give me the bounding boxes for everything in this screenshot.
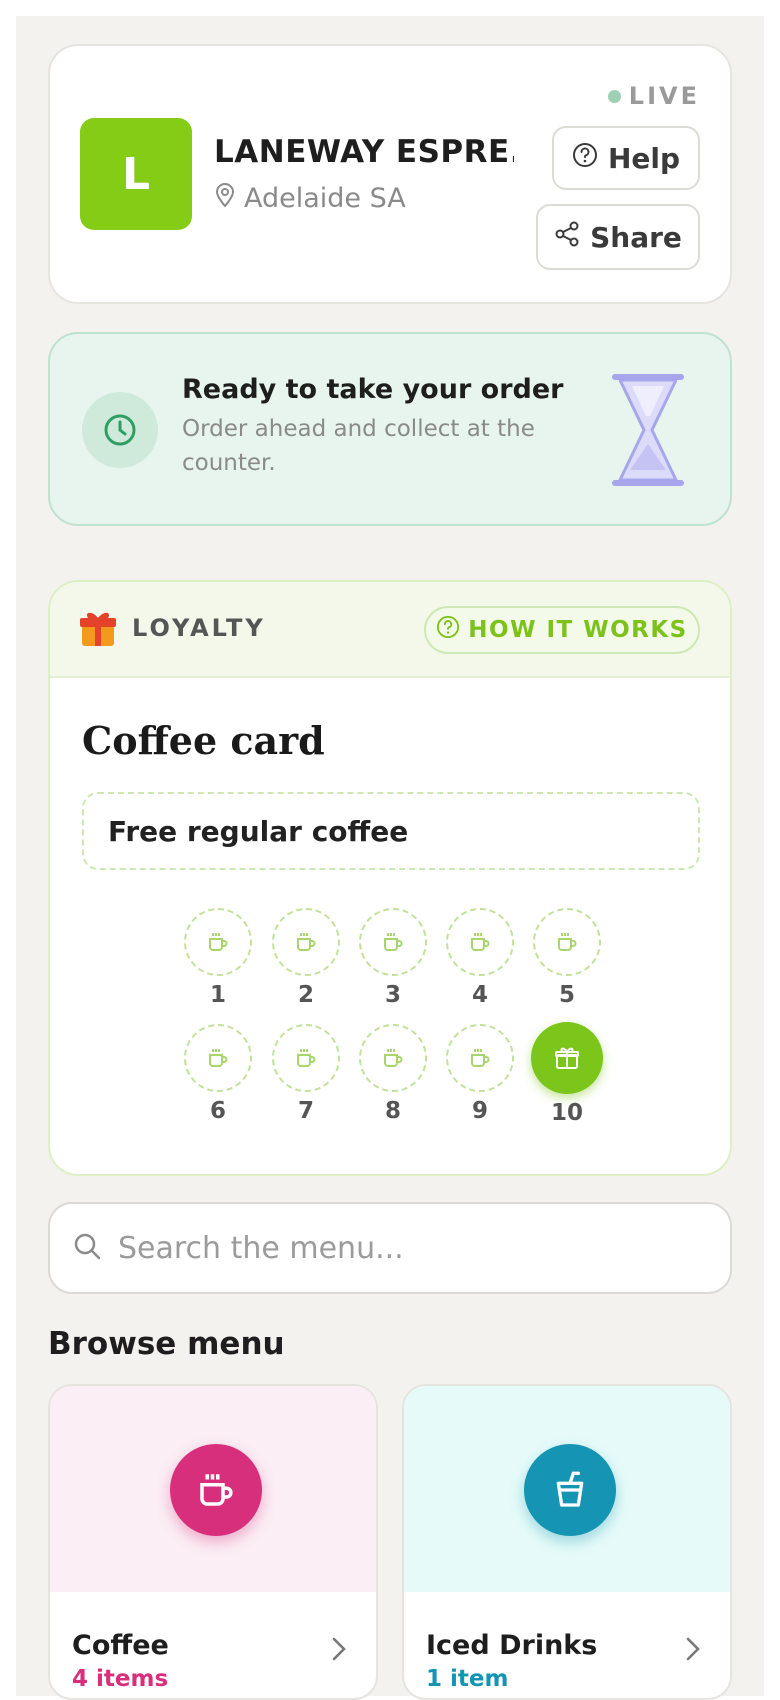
- store-name: LANEWAY ESPRE...: [214, 134, 514, 170]
- search-icon: [72, 1231, 102, 1265]
- stamp-slot: 6: [184, 1024, 252, 1124]
- stamp-number: 1: [209, 982, 226, 1008]
- loyalty-header: LOYALTY HOW IT WORKS: [50, 582, 730, 678]
- reward-description: Free regular coffee: [82, 792, 700, 870]
- coffee-card-title: Coffee card: [82, 718, 325, 763]
- stamp-number: 9: [471, 1098, 488, 1124]
- share-icon: [554, 221, 580, 254]
- stamp-slot: 3: [359, 908, 427, 1008]
- cup-icon: [446, 908, 514, 976]
- store-location: Adelaide SA: [214, 182, 406, 215]
- cup-icon: [272, 908, 340, 976]
- store-logo: L: [80, 118, 192, 230]
- how-it-works-label: HOW IT WORKS: [468, 617, 688, 643]
- cup-icon: [359, 908, 427, 976]
- help-label: Help: [607, 141, 681, 175]
- share-label: Share: [590, 220, 682, 254]
- category-card-coffee[interactable]: Coffee 4 items: [48, 1384, 378, 1700]
- banner-subtitle: Order ahead and collect at the counter.: [182, 416, 535, 476]
- clock-icon: [82, 392, 158, 468]
- iced-cup-icon: [524, 1444, 616, 1536]
- chevron-right-icon: [330, 1636, 348, 1666]
- stamp-number: 5: [558, 982, 575, 1008]
- cup-icon: [184, 908, 252, 976]
- live-dot-icon: [607, 89, 621, 103]
- stamp-slot: 1: [184, 908, 252, 1008]
- stamp-number: 10: [550, 1100, 583, 1126]
- stamp-slot: 7: [272, 1024, 340, 1124]
- how-it-works-button[interactable]: HOW IT WORKS: [424, 606, 700, 654]
- stamp-slot: 9: [446, 1024, 514, 1124]
- category-count: 4 items: [72, 1666, 169, 1692]
- cup-icon: [359, 1024, 427, 1092]
- browse-menu-title: Browse menu: [48, 1326, 285, 1362]
- loyalty-label: LOYALTY: [132, 614, 266, 642]
- stamp-slot: 2: [272, 908, 340, 1008]
- stamp-number: 8: [384, 1098, 401, 1124]
- help-button[interactable]: Help: [552, 126, 700, 190]
- stamp-number: 4: [471, 982, 488, 1008]
- category-name: Coffee: [72, 1630, 169, 1661]
- stamp-slot: 4: [446, 908, 514, 1008]
- location-pin-icon: [214, 182, 236, 215]
- page: L LANEWAY ESPRE... Adelaide SA LIVE Help…: [16, 16, 764, 1700]
- share-button[interactable]: Share: [536, 204, 700, 270]
- stamp-number: 3: [384, 982, 401, 1008]
- category-card-iced-drinks[interactable]: Iced Drinks 1 item: [402, 1384, 732, 1700]
- category-count: 1 item: [426, 1666, 509, 1692]
- cup-icon: [446, 1024, 514, 1092]
- order-ready-banner: Ready to take your order Order ahead and…: [48, 332, 732, 526]
- store-header-card: L LANEWAY ESPRE... Adelaide SA LIVE Help…: [48, 44, 732, 304]
- stamp-number: 7: [297, 1098, 314, 1124]
- question-icon: [436, 615, 460, 645]
- chevron-right-icon: [684, 1636, 702, 1666]
- help-icon: [572, 142, 598, 175]
- hourglass-icon: [610, 372, 686, 492]
- stamp-slot: 8: [359, 1024, 427, 1124]
- cup-icon: [533, 908, 601, 976]
- live-status-text: LIVE: [628, 82, 700, 110]
- location-text: Adelaide SA: [244, 183, 406, 214]
- stamp-number: 6: [209, 1098, 226, 1124]
- coffee-cup-icon: [170, 1444, 262, 1536]
- cup-icon: [184, 1024, 252, 1092]
- stamp-number: 2: [297, 982, 314, 1008]
- search-bar[interactable]: [48, 1202, 732, 1294]
- banner-title: Ready to take your order: [182, 374, 564, 405]
- search-input[interactable]: [118, 1230, 678, 1266]
- stamp-slot: 5: [533, 908, 601, 1008]
- stamp-reward-slot: 10: [531, 1022, 603, 1126]
- loyalty-card: LOYALTY HOW IT WORKS Coffee card Free re…: [48, 580, 732, 1176]
- gift-reward-icon: [531, 1022, 603, 1094]
- cup-icon: [272, 1024, 340, 1092]
- category-name: Iced Drinks: [426, 1630, 598, 1661]
- gift-icon: [80, 608, 116, 652]
- category-banner: [404, 1386, 730, 1592]
- live-status-badge: LIVE: [607, 82, 700, 110]
- category-banner: [50, 1386, 376, 1592]
